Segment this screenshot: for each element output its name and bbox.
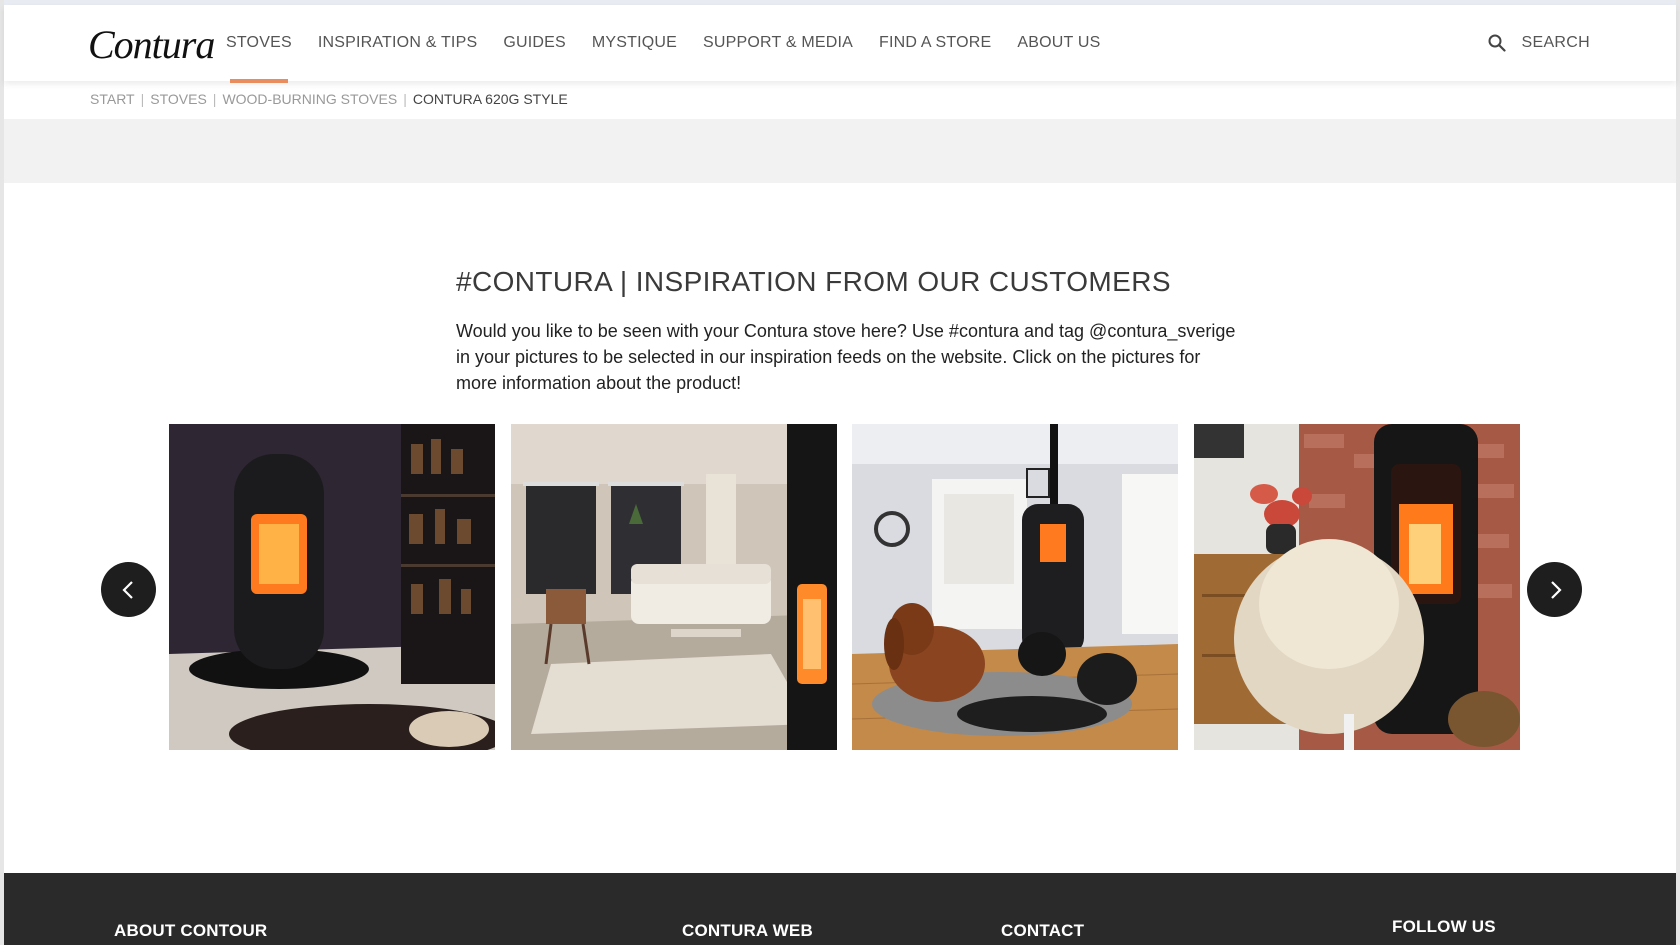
nav-about-us[interactable]: ABOUT US xyxy=(1017,5,1100,81)
breadcrumb-wood-burning-stoves[interactable]: WOOD-BURNING STOVES xyxy=(222,91,397,107)
breadcrumb-separator: | xyxy=(212,91,217,107)
breadcrumb-stoves[interactable]: STOVES xyxy=(150,91,207,107)
site-header: Contura STOVES INSPIRATION & TIPS GUIDES… xyxy=(4,5,1676,83)
inspiration-heading: #CONTURA | INSPIRATION FROM OUR CUSTOMER… xyxy=(456,266,1171,297)
inspiration-intro: Would you like to be seen with your Cont… xyxy=(456,321,1236,393)
nav-stoves[interactable]: STOVES xyxy=(226,5,292,83)
inspiration-carousel xyxy=(0,424,1680,750)
footer-about-contour: ABOUT CONTOUR xyxy=(114,921,268,940)
grey-band xyxy=(4,119,1676,183)
breadcrumb-separator: | xyxy=(403,91,407,107)
footer-contura-web: CONTURA WEB xyxy=(682,921,813,940)
contura-logo[interactable]: Contura xyxy=(88,21,215,68)
search-button[interactable]: SEARCH xyxy=(1488,5,1590,81)
nav-mystique[interactable]: MYSTIQUE xyxy=(592,5,677,81)
inspiration-photo-living-room-stove[interactable] xyxy=(511,424,837,750)
nav-find-a-store[interactable]: FIND A STORE xyxy=(879,5,991,81)
inspiration-photo-stove-dark-room[interactable] xyxy=(169,424,495,750)
site-footer: ABOUT CONTOUR CONTURA WEB CONTACT FOLLOW… xyxy=(4,873,1676,945)
carousel-next-button[interactable] xyxy=(1527,562,1582,617)
footer-follow-us: FOLLOW US xyxy=(1392,917,1496,936)
chevron-left-icon xyxy=(121,580,133,599)
breadcrumb: START | STOVES | WOOD-BURNING STOVES | C… xyxy=(90,91,568,107)
inspiration-photo-dogs-by-stove[interactable] xyxy=(852,424,1178,750)
main-nav: STOVES INSPIRATION & TIPS GUIDES MYSTIQU… xyxy=(226,5,1127,83)
nav-guides[interactable]: GUIDES xyxy=(503,5,566,81)
carousel-prev-button[interactable] xyxy=(101,562,156,617)
breadcrumb-separator: | xyxy=(140,91,145,107)
search-icon xyxy=(1488,34,1506,52)
breadcrumb-current: CONTURA 620G STYLE xyxy=(412,91,568,107)
footer-contact: CONTACT xyxy=(1001,921,1085,940)
inspiration-photo-sheepskin-chair-stove[interactable] xyxy=(1194,424,1520,750)
chevron-right-icon xyxy=(1550,580,1562,599)
search-label: SEARCH xyxy=(1521,34,1590,51)
breadcrumb-bar: START | STOVES | WOOD-BURNING STOVES | C… xyxy=(4,81,1676,119)
nav-support-media[interactable]: SUPPORT & MEDIA xyxy=(703,5,853,81)
breadcrumb-start[interactable]: START xyxy=(90,91,135,107)
nav-inspiration-tips[interactable]: INSPIRATION & TIPS xyxy=(318,5,477,81)
